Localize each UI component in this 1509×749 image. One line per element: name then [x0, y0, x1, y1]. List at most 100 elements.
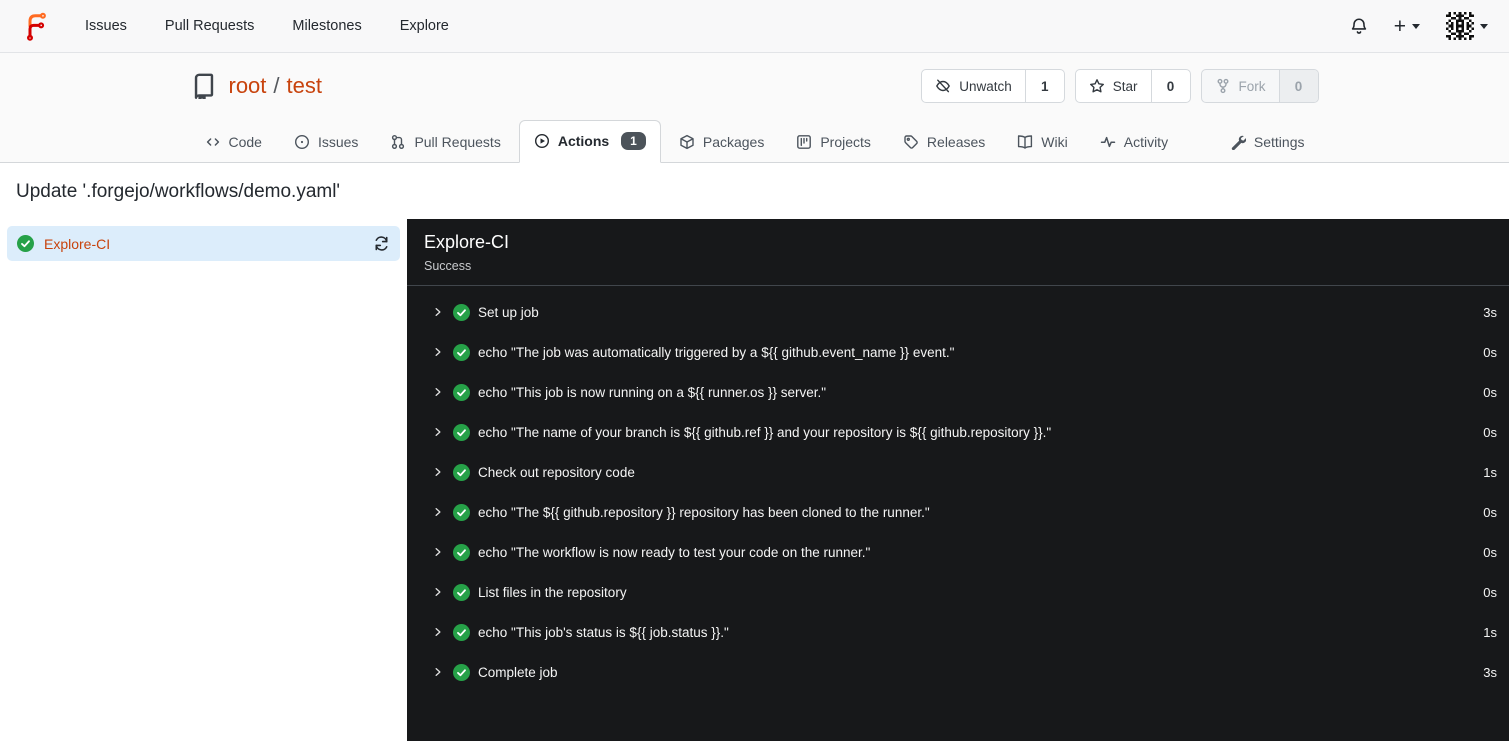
step-row[interactable]: echo "The workflow is now ready to test … [407, 532, 1509, 572]
step-row[interactable]: echo "The ${{ github.repository }} repos… [407, 492, 1509, 532]
repo-owner-link[interactable]: root [229, 73, 267, 99]
star-label: Star [1112, 78, 1138, 94]
step-duration: 3s [1483, 304, 1497, 320]
success-check-icon [453, 303, 470, 321]
step-row[interactable]: Set up job 3s [407, 292, 1509, 332]
forks-count: 0 [1279, 70, 1318, 102]
tab-issues[interactable]: Issues [280, 123, 372, 162]
job-item-explore-ci[interactable]: Explore-CI [7, 226, 400, 261]
fork-label: Fork [1238, 78, 1266, 94]
eye-slash-icon [936, 79, 951, 93]
tab-label: Code [228, 134, 262, 150]
plus-icon: + [1393, 14, 1406, 38]
success-check-icon [453, 503, 470, 521]
step-name: echo "The ${{ github.repository }} repos… [478, 504, 930, 520]
step-row[interactable]: Complete job 3s [407, 652, 1509, 692]
tab-actions[interactable]: Actions 1 [518, 120, 661, 163]
step-name: Set up job [478, 304, 539, 320]
repo-tabs: Code Issues Pull Requests Actions 1 Pack… [191, 119, 1319, 163]
create-new-button[interactable]: + [1394, 16, 1420, 37]
nav-item-milestones[interactable]: Milestones [292, 18, 361, 34]
rerun-refresh-icon[interactable] [373, 235, 390, 252]
step-row[interactable]: echo "The job was automatically triggere… [407, 332, 1509, 372]
play-circle-icon [534, 133, 549, 149]
tab-code[interactable]: Code [191, 123, 276, 162]
step-duration: 0s [1483, 584, 1497, 600]
step-duration: 1s [1483, 464, 1497, 480]
watchers-count[interactable]: 1 [1026, 70, 1064, 102]
tab-wiki[interactable]: Wiki [1003, 123, 1081, 162]
tab-label: Settings [1253, 134, 1305, 150]
tab-projects[interactable]: Projects [782, 123, 885, 162]
actions-count-badge: 1 [621, 132, 646, 150]
wrench-icon [1231, 135, 1246, 150]
forgejo-logo-icon[interactable] [21, 11, 51, 41]
open-book-icon [1018, 135, 1033, 149]
unwatch-button[interactable]: Unwatch [922, 70, 1026, 102]
step-name: echo "The name of your branch is ${{ git… [478, 424, 1052, 440]
repo-header: root / test Unwatch 1 Star 0 Fork 0 Code… [0, 53, 1509, 163]
tab-pull-requests[interactable]: Pull Requests [376, 123, 514, 162]
tab-label: Activity [1123, 134, 1169, 150]
step-row[interactable]: Check out repository code 1s [407, 452, 1509, 492]
step-row[interactable]: echo "This job's status is ${{ job.statu… [407, 612, 1509, 652]
job-log-panel: Explore-CI Success Set up job 3s echo "T… [407, 219, 1509, 741]
step-name: echo "The job was automatically triggere… [478, 344, 955, 360]
fork-icon [1216, 78, 1229, 94]
success-check-icon [453, 663, 470, 681]
fork-button: Fork [1202, 70, 1280, 102]
tab-label: Wiki [1041, 134, 1068, 150]
step-row[interactable]: List files in the repository 0s [407, 572, 1509, 612]
step-duration: 0s [1483, 344, 1497, 360]
chevron-right-icon [435, 547, 441, 557]
stars-count[interactable]: 0 [1152, 70, 1190, 102]
nav-item-explore[interactable]: Explore [400, 18, 449, 34]
notifications-bell-icon[interactable] [1350, 17, 1368, 35]
job-name: Explore-CI [44, 235, 111, 252]
tab-releases[interactable]: Releases [889, 123, 999, 162]
step-row[interactable]: echo "The name of your branch is ${{ git… [407, 412, 1509, 452]
unwatch-button-group[interactable]: Unwatch 1 [921, 69, 1065, 103]
success-check-icon [453, 343, 470, 361]
job-log-header: Explore-CI Success [407, 219, 1509, 286]
step-list: Set up job 3s echo "The job was automati… [407, 286, 1509, 692]
tab-label: Releases [926, 134, 986, 150]
repo-breadcrumb: root / test [229, 73, 323, 99]
step-duration: 1s [1483, 624, 1497, 640]
step-duration: 0s [1483, 504, 1497, 520]
user-menu[interactable] [1446, 12, 1488, 40]
issue-icon [294, 134, 309, 150]
step-name: echo "This job is now running on a ${{ r… [478, 384, 827, 400]
code-icon [206, 138, 219, 146]
success-check-icon [453, 543, 470, 561]
star-button-group[interactable]: Star 0 [1074, 69, 1191, 103]
avatar [1446, 12, 1474, 40]
step-duration: 0s [1483, 544, 1497, 560]
chevron-right-icon [435, 467, 441, 477]
chevron-right-icon [435, 507, 441, 517]
unwatch-label: Unwatch [959, 78, 1012, 94]
star-button[interactable]: Star [1076, 70, 1152, 102]
main-nav: Issues Pull Requests Milestones Explore [85, 18, 449, 34]
fork-button-group: Fork 0 [1200, 69, 1319, 103]
nav-item-issues[interactable]: Issues [85, 18, 127, 34]
tab-label: Issues [317, 134, 359, 150]
chevron-right-icon [435, 427, 441, 437]
chevron-right-icon [435, 387, 441, 397]
tab-packages[interactable]: Packages [665, 123, 778, 162]
success-check-icon [453, 463, 470, 481]
repo-name-link[interactable]: test [287, 73, 322, 99]
jobs-sidebar: Explore-CI [0, 219, 407, 741]
chevron-right-icon [435, 307, 441, 317]
tab-activity[interactable]: Activity [1086, 123, 1182, 162]
nav-item-pull-requests[interactable]: Pull Requests [165, 18, 254, 34]
tab-settings[interactable]: Settings [1216, 123, 1319, 162]
success-check-icon [453, 623, 470, 641]
tag-icon [904, 135, 918, 149]
step-row[interactable]: echo "This job is now running on a ${{ r… [407, 372, 1509, 412]
caret-down-icon [1412, 23, 1420, 29]
step-duration: 0s [1483, 384, 1497, 400]
step-name: List files in the repository [478, 584, 627, 600]
step-duration: 0s [1483, 424, 1497, 440]
step-duration: 3s [1483, 664, 1497, 680]
